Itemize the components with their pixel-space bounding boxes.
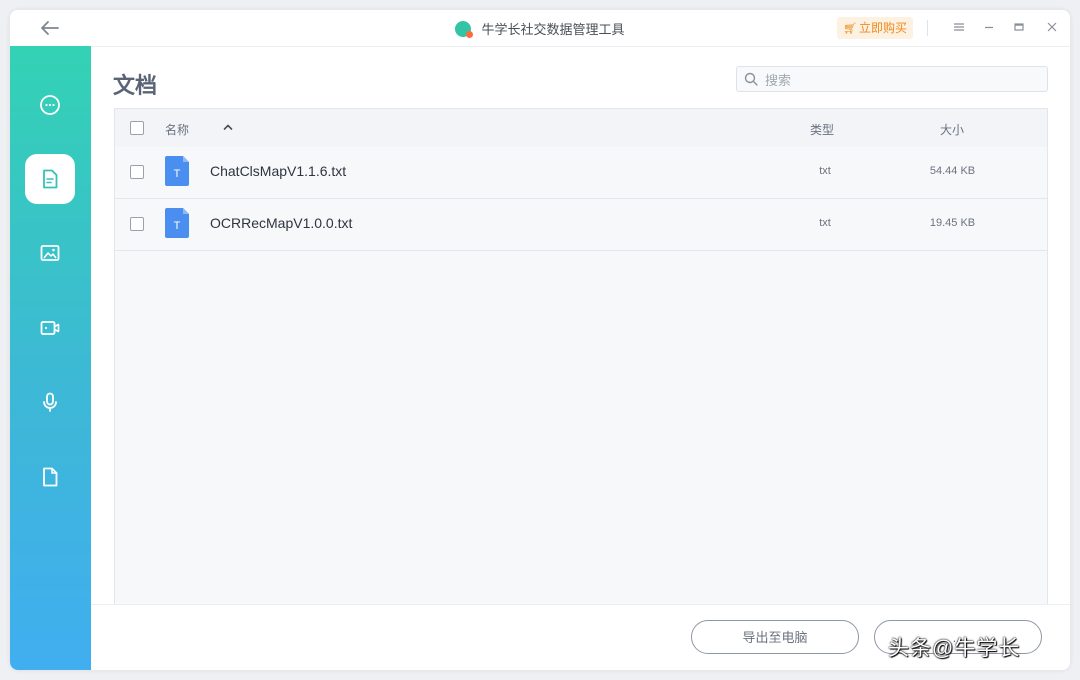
export-to-pc-button[interactable]: 导出至电脑	[691, 620, 859, 654]
app-window: 牛学长社交数据管理工具 🛒︎ 立即购买 文档 搜索 名称 类型 大小 T Cha…	[10, 10, 1070, 670]
sidebar-item-files[interactable]	[25, 452, 75, 502]
maximize-button[interactable]	[1008, 17, 1030, 39]
table-header: 名称 类型 大小	[115, 109, 1047, 148]
column-header-name[interactable]: 名称	[165, 121, 189, 138]
minimize-button[interactable]	[978, 17, 1000, 39]
sidebar-item-messages[interactable]	[25, 80, 75, 130]
file-name: OCRRecMapV1.0.0.txt	[210, 215, 353, 231]
sidebar-item-videos[interactable]	[25, 303, 75, 353]
chat-bubble-icon	[40, 95, 60, 115]
sidebar-item-documents[interactable]	[25, 154, 75, 204]
select-all-checkbox[interactable]	[130, 121, 144, 135]
maximize-icon	[1014, 23, 1024, 31]
text-file-icon: T	[165, 156, 189, 186]
column-header-size[interactable]: 大小	[940, 121, 964, 138]
search-input[interactable]	[763, 69, 1037, 91]
title-bar: 牛学长社交数据管理工具 🛒︎ 立即购买	[10, 10, 1070, 47]
sidebar-item-audio[interactable]	[25, 377, 75, 427]
file-type: txt	[819, 217, 831, 229]
search-icon	[744, 72, 758, 86]
close-button[interactable]	[1041, 17, 1063, 39]
menu-button[interactable]	[948, 17, 970, 39]
svg-text:T: T	[174, 220, 181, 232]
buy-now-label: 立即购买	[858, 21, 907, 35]
app-logo-icon	[455, 20, 474, 38]
minimize-icon	[985, 26, 993, 29]
app-title: 牛学长社交数据管理工具	[481, 22, 625, 37]
page-title: 文档	[113, 73, 158, 98]
image-icon	[40, 245, 60, 261]
watermark-text: 头条@牛学长	[888, 637, 1021, 660]
microphone-icon	[43, 392, 57, 412]
documents-table: 名称 类型 大小 T ChatClsMapV1.1.6.txt txt 54.4…	[114, 108, 1048, 607]
sidebar-item-images[interactable]	[25, 228, 75, 278]
table-row[interactable]: T OCRRecMapV1.0.0.txt txt 19.45 KB	[115, 199, 1047, 251]
column-header-type[interactable]: 类型	[810, 121, 834, 138]
file-name: ChatClsMapV1.1.6.txt	[210, 163, 347, 179]
sidebar	[10, 46, 91, 670]
file-size: 54.44 KB	[929, 165, 976, 177]
search-box[interactable]	[736, 66, 1048, 92]
document-icon	[43, 169, 58, 189]
row-checkbox[interactable]	[130, 217, 144, 231]
file-icon	[43, 467, 58, 487]
text-file-icon: T	[165, 208, 189, 238]
table-row[interactable]: T ChatClsMapV1.1.6.txt txt 54.44 KB	[115, 147, 1047, 199]
hamburger-menu-icon	[954, 23, 964, 31]
file-type: txt	[819, 165, 831, 177]
video-icon	[40, 321, 60, 335]
file-size: 19.45 KB	[929, 217, 976, 229]
sort-ascending-icon[interactable]	[222, 121, 234, 133]
svg-text:T: T	[174, 168, 181, 180]
cart-icon: 🛒︎	[843, 23, 857, 35]
titlebar-divider	[927, 20, 928, 36]
row-checkbox[interactable]	[130, 165, 144, 179]
close-icon	[1047, 22, 1057, 32]
buy-now-button[interactable]: 🛒︎ 立即购买	[837, 17, 913, 39]
